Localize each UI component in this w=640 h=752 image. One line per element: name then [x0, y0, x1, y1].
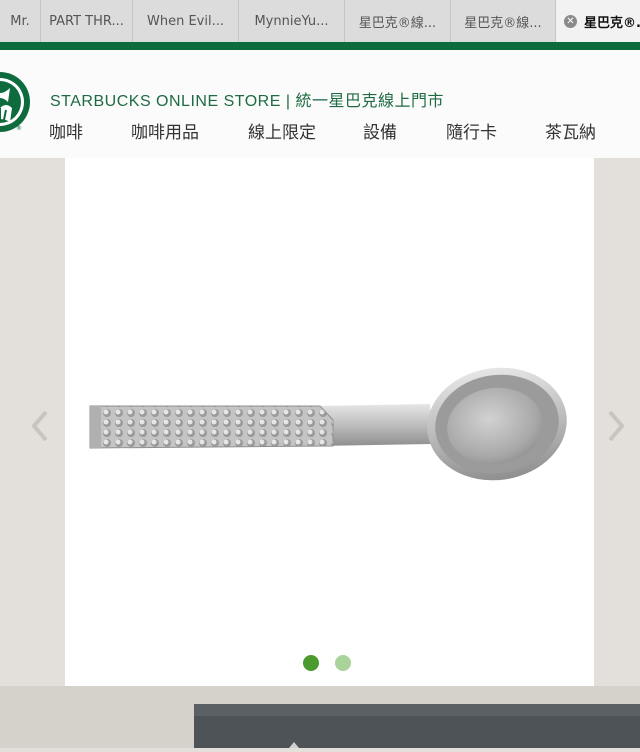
browser-tab[interactable]: 星巴克®線... [345, 0, 451, 42]
nav-item-stored-value-card[interactable]: 隨行卡 [446, 118, 497, 143]
main-nav: 咖啡 咖啡用品 線上限定 設備 隨行卡 茶瓦納 [0, 118, 640, 144]
carousel-prev-icon[interactable] [28, 406, 52, 446]
nav-item-coffee[interactable]: 咖啡 [49, 118, 83, 143]
nav-item-coffee-accessories[interactable]: 咖啡用品 [131, 118, 199, 143]
carousel-pagination [303, 655, 363, 671]
nav-item-teavana[interactable]: 茶瓦納 [545, 118, 596, 143]
tab-label: MynnieYu... [254, 13, 329, 29]
tab-label: When Evil... [147, 13, 224, 29]
browser-tab[interactable]: MynnieYu... [239, 0, 345, 42]
browser-tab[interactable]: When Evil... [133, 0, 239, 42]
tab-label: PART THR... [49, 13, 124, 29]
promo-banner-image[interactable] [194, 704, 640, 748]
tab-label: 星巴克®... [584, 15, 640, 31]
product-image-panel [65, 158, 594, 686]
close-tab-icon[interactable]: ✕ [564, 14, 577, 28]
tab-label: 星巴克®線... [464, 15, 542, 31]
carousel-dot-active[interactable] [303, 655, 319, 671]
nav-item-online-exclusive[interactable]: 線上限定 [248, 118, 316, 143]
browser-tab-active[interactable]: ✕ 星巴克®... [556, 0, 640, 42]
tab-label: 星巴克®線... [358, 15, 437, 31]
carousel-next-icon[interactable] [604, 406, 628, 446]
browser-tab[interactable]: Mr. [0, 0, 41, 42]
banner-texture [194, 704, 640, 748]
carousel-dot[interactable] [335, 655, 351, 671]
coffee-scoop-image [89, 367, 567, 481]
brand-green-bar [0, 42, 640, 50]
nav-item-equipment[interactable]: 設備 [363, 118, 397, 143]
browser-tab-bar: Mr. PART THR... When Evil... MynnieYu...… [0, 0, 640, 42]
store-brand-title[interactable]: STARBUCKS ONLINE STORE | 統一星巴克線上門市 [50, 87, 444, 111]
tab-label: Mr. [10, 13, 30, 29]
browser-tab[interactable]: 星巴克®線... [451, 0, 556, 42]
site-header: ® STARBUCKS ONLINE STORE | 統一星巴克線上門市 咖啡 … [0, 50, 640, 159]
browser-tab[interactable]: PART THR... [41, 0, 133, 42]
